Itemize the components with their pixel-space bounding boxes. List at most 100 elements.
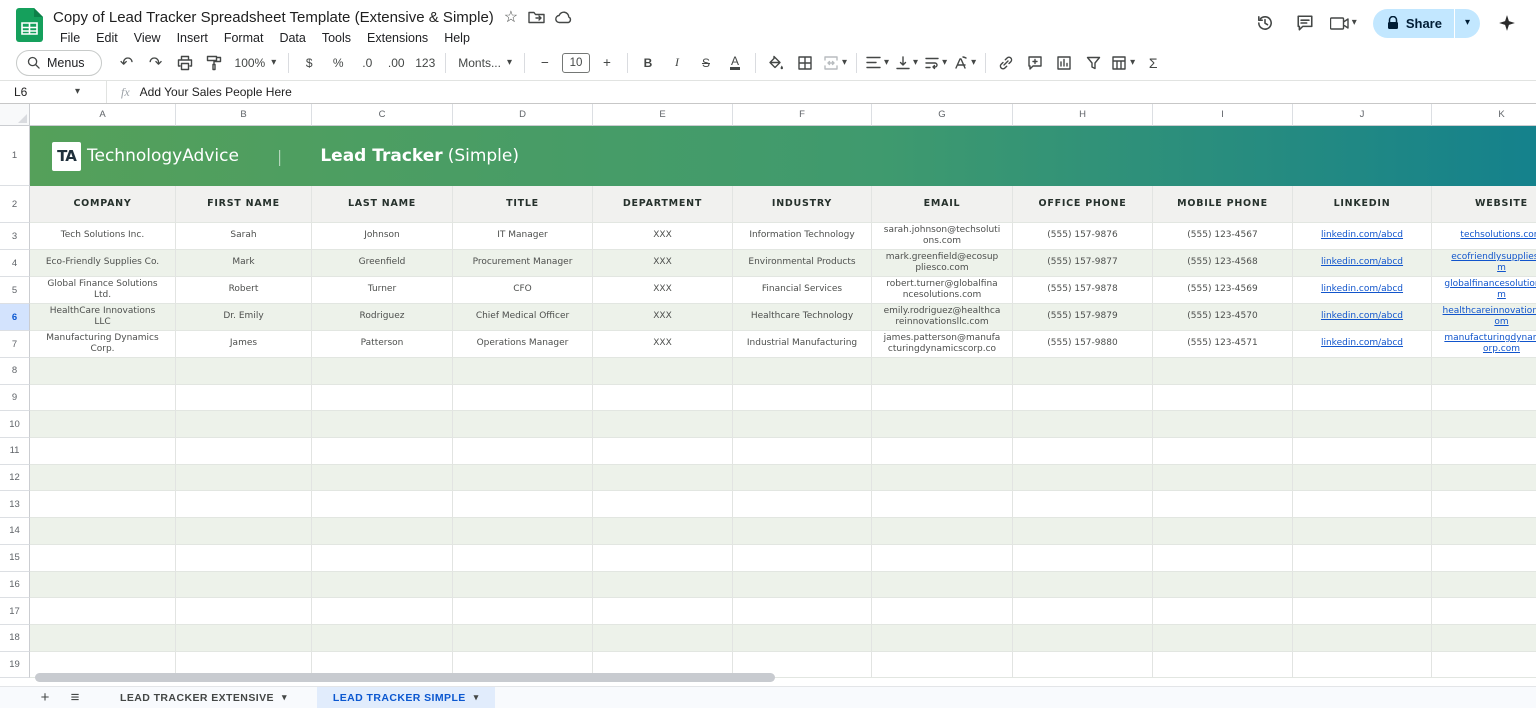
cell-email[interactable]: emily.rodriguez@healthca reinnovationsll…: [872, 304, 1013, 331]
horizontal-align-button[interactable]: ▾: [863, 49, 892, 76]
all-sheets-icon[interactable]: ≡: [60, 687, 90, 708]
cell-office-phone[interactable]: (555) 157-9877: [1013, 250, 1153, 277]
empty-cell[interactable]: [1013, 491, 1153, 519]
column-header-a[interactable]: A: [30, 104, 176, 126]
text-color-button[interactable]: A: [721, 49, 749, 76]
row-header-2[interactable]: 2: [0, 186, 30, 223]
strikethrough-button[interactable]: S: [692, 49, 720, 76]
empty-cell[interactable]: [1293, 518, 1432, 545]
header-department[interactable]: DEPARTMENT: [593, 186, 733, 223]
empty-cell[interactable]: [872, 438, 1013, 465]
row-header-3[interactable]: 3: [0, 223, 30, 250]
functions-button[interactable]: Σ: [1139, 49, 1167, 76]
row-header-11[interactable]: 11: [0, 438, 30, 465]
insert-link-button[interactable]: [992, 49, 1020, 76]
cell-first-name[interactable]: James: [176, 331, 312, 358]
empty-cell[interactable]: [312, 438, 453, 465]
row-header-1[interactable]: 1: [0, 126, 30, 186]
cell-website-link[interactable]: globalfinancesolutions.co m: [1432, 277, 1536, 304]
empty-cell[interactable]: [1432, 358, 1536, 385]
fill-color-button[interactable]: [762, 49, 790, 76]
empty-cell[interactable]: [30, 438, 176, 465]
empty-cell[interactable]: [733, 544, 872, 572]
row-header-13[interactable]: 13: [0, 491, 30, 519]
empty-cell[interactable]: [593, 598, 733, 625]
redo-button[interactable]: ↷: [142, 49, 170, 76]
empty-cell[interactable]: [872, 384, 1013, 412]
empty-cell[interactable]: [1432, 518, 1536, 545]
cell-office-phone[interactable]: (555) 157-9876: [1013, 223, 1153, 250]
empty-cell[interactable]: [30, 491, 176, 519]
header-industry[interactable]: INDUSTRY: [733, 186, 872, 223]
empty-cell[interactable]: [176, 464, 312, 492]
empty-cell[interactable]: [1153, 571, 1293, 599]
cell-title[interactable]: Procurement Manager: [453, 250, 593, 277]
decrease-font-size-button[interactable]: −: [531, 49, 559, 76]
document-title[interactable]: Copy of Lead Tracker Spreadsheet Templat…: [53, 9, 494, 26]
empty-cell[interactable]: [1153, 598, 1293, 625]
empty-cell[interactable]: [1432, 624, 1536, 652]
bold-button[interactable]: B: [634, 49, 662, 76]
header-last-name[interactable]: LAST NAME: [312, 186, 453, 223]
empty-cell[interactable]: [1153, 358, 1293, 385]
cell-mobile-phone[interactable]: (555) 123-4567: [1153, 223, 1293, 250]
empty-cell[interactable]: [1013, 411, 1153, 439]
column-header-d[interactable]: D: [453, 104, 593, 126]
horizontal-scrollbar-thumb[interactable]: [35, 673, 775, 682]
empty-cell[interactable]: [872, 624, 1013, 652]
empty-cell[interactable]: [30, 598, 176, 625]
empty-cell[interactable]: [30, 384, 176, 412]
cell-last-name[interactable]: Turner: [312, 277, 453, 304]
empty-cell[interactable]: [1013, 438, 1153, 465]
format-currency-button[interactable]: $: [295, 49, 323, 76]
cell-mobile-phone[interactable]: (555) 123-4569: [1153, 277, 1293, 304]
menu-extensions[interactable]: Extensions: [360, 30, 435, 46]
cell-mobile-phone[interactable]: (555) 123-4571: [1153, 331, 1293, 358]
empty-cell[interactable]: [593, 411, 733, 439]
empty-cell[interactable]: [872, 491, 1013, 519]
italic-button[interactable]: I: [663, 49, 691, 76]
cell-website-link[interactable]: ecofriendlysupplies.co m: [1432, 250, 1536, 277]
empty-cell[interactable]: [30, 464, 176, 492]
cell-industry[interactable]: Environmental Products: [733, 250, 872, 277]
cell-email[interactable]: james.patterson@manufa cturingdynamicsco…: [872, 331, 1013, 358]
empty-cell[interactable]: [1293, 411, 1432, 439]
cell-last-name[interactable]: Greenfield: [312, 250, 453, 277]
empty-cell[interactable]: [30, 544, 176, 572]
empty-cell[interactable]: [1293, 571, 1432, 599]
header-first-name[interactable]: FIRST NAME: [176, 186, 312, 223]
row-header-18[interactable]: 18: [0, 624, 30, 652]
empty-cell[interactable]: [872, 518, 1013, 545]
empty-cell[interactable]: [593, 518, 733, 545]
empty-cell[interactable]: [453, 384, 593, 412]
empty-cell[interactable]: [1432, 491, 1536, 519]
cell-last-name[interactable]: Johnson: [312, 223, 453, 250]
font-select[interactable]: Monts... ▾: [452, 56, 518, 70]
row-header-7[interactable]: 7: [0, 331, 30, 358]
empty-cell[interactable]: [1432, 438, 1536, 465]
column-header-k[interactable]: K: [1432, 104, 1536, 126]
cell-website-link[interactable]: techsolutions.com: [1432, 223, 1536, 250]
empty-cell[interactable]: [1153, 411, 1293, 439]
empty-cell[interactable]: [453, 598, 593, 625]
row-header-5[interactable]: 5: [0, 277, 30, 304]
menus-search-button[interactable]: Menus: [16, 49, 102, 76]
add-sheet-button[interactable]: +: [30, 687, 60, 708]
empty-cell[interactable]: [1293, 598, 1432, 625]
column-header-j[interactable]: J: [1293, 104, 1432, 126]
more-formats-button[interactable]: 123: [411, 49, 439, 76]
empty-cell[interactable]: [312, 358, 453, 385]
tab-caret-icon[interactable]: ▾: [282, 693, 287, 702]
empty-cell[interactable]: [1013, 464, 1153, 492]
empty-cell[interactable]: [1013, 358, 1153, 385]
empty-cell[interactable]: [1153, 384, 1293, 412]
cell-linkedin-link[interactable]: linkedin.com/abcd: [1293, 304, 1432, 331]
column-header-i[interactable]: I: [1153, 104, 1293, 126]
empty-cell[interactable]: [453, 358, 593, 385]
cell-department[interactable]: XXX: [593, 304, 733, 331]
cell-department[interactable]: XXX: [593, 250, 733, 277]
empty-cell[interactable]: [872, 598, 1013, 625]
star-icon[interactable]: ☆: [504, 7, 518, 27]
column-header-h[interactable]: H: [1013, 104, 1153, 126]
empty-cell[interactable]: [1013, 518, 1153, 545]
